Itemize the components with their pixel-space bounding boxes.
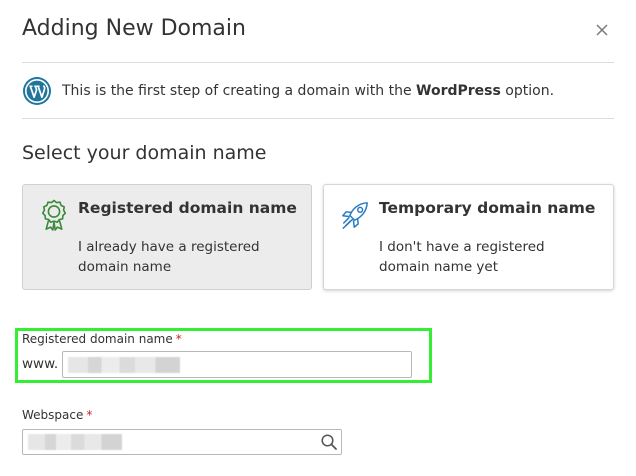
section-heading: Select your domain name [22, 142, 267, 164]
option-temporary-domain[interactable]: Temporary domain name I don't have a reg… [323, 184, 614, 290]
www-prefix: www. [22, 356, 59, 372]
webspace-input[interactable] [22, 429, 342, 455]
info-message: This is the first step of creating a dom… [22, 74, 614, 108]
wordpress-icon [23, 77, 51, 105]
search-icon[interactable] [320, 433, 338, 451]
option-title: Temporary domain name [379, 199, 596, 217]
option-description: I already have a registered domain name [78, 239, 260, 275]
required-marker: * [86, 408, 93, 422]
close-button[interactable] [592, 20, 612, 40]
domain-field-label: Registered domain name * [22, 332, 182, 346]
divider [22, 62, 614, 63]
required-marker: * [175, 332, 182, 346]
option-registered-domain[interactable]: Registered domain name I already have a … [22, 184, 312, 290]
option-description: I don't have a registered domain name ye… [379, 239, 545, 275]
divider [22, 118, 614, 119]
add-domain-dialog: Adding New Domain This is the first step… [0, 0, 636, 476]
close-icon[interactable] [592, 20, 612, 40]
info-text: This is the first step of creating a dom… [62, 83, 555, 99]
domain-name-input[interactable] [62, 351, 412, 378]
rocket-icon [342, 202, 368, 229]
award-ribbon-icon [41, 199, 67, 231]
webspace-field-label: Webspace * [22, 408, 93, 422]
option-title: Registered domain name [78, 199, 297, 217]
info-text-bold: WordPress [416, 83, 501, 99]
dialog-title: Adding New Domain [22, 16, 246, 41]
